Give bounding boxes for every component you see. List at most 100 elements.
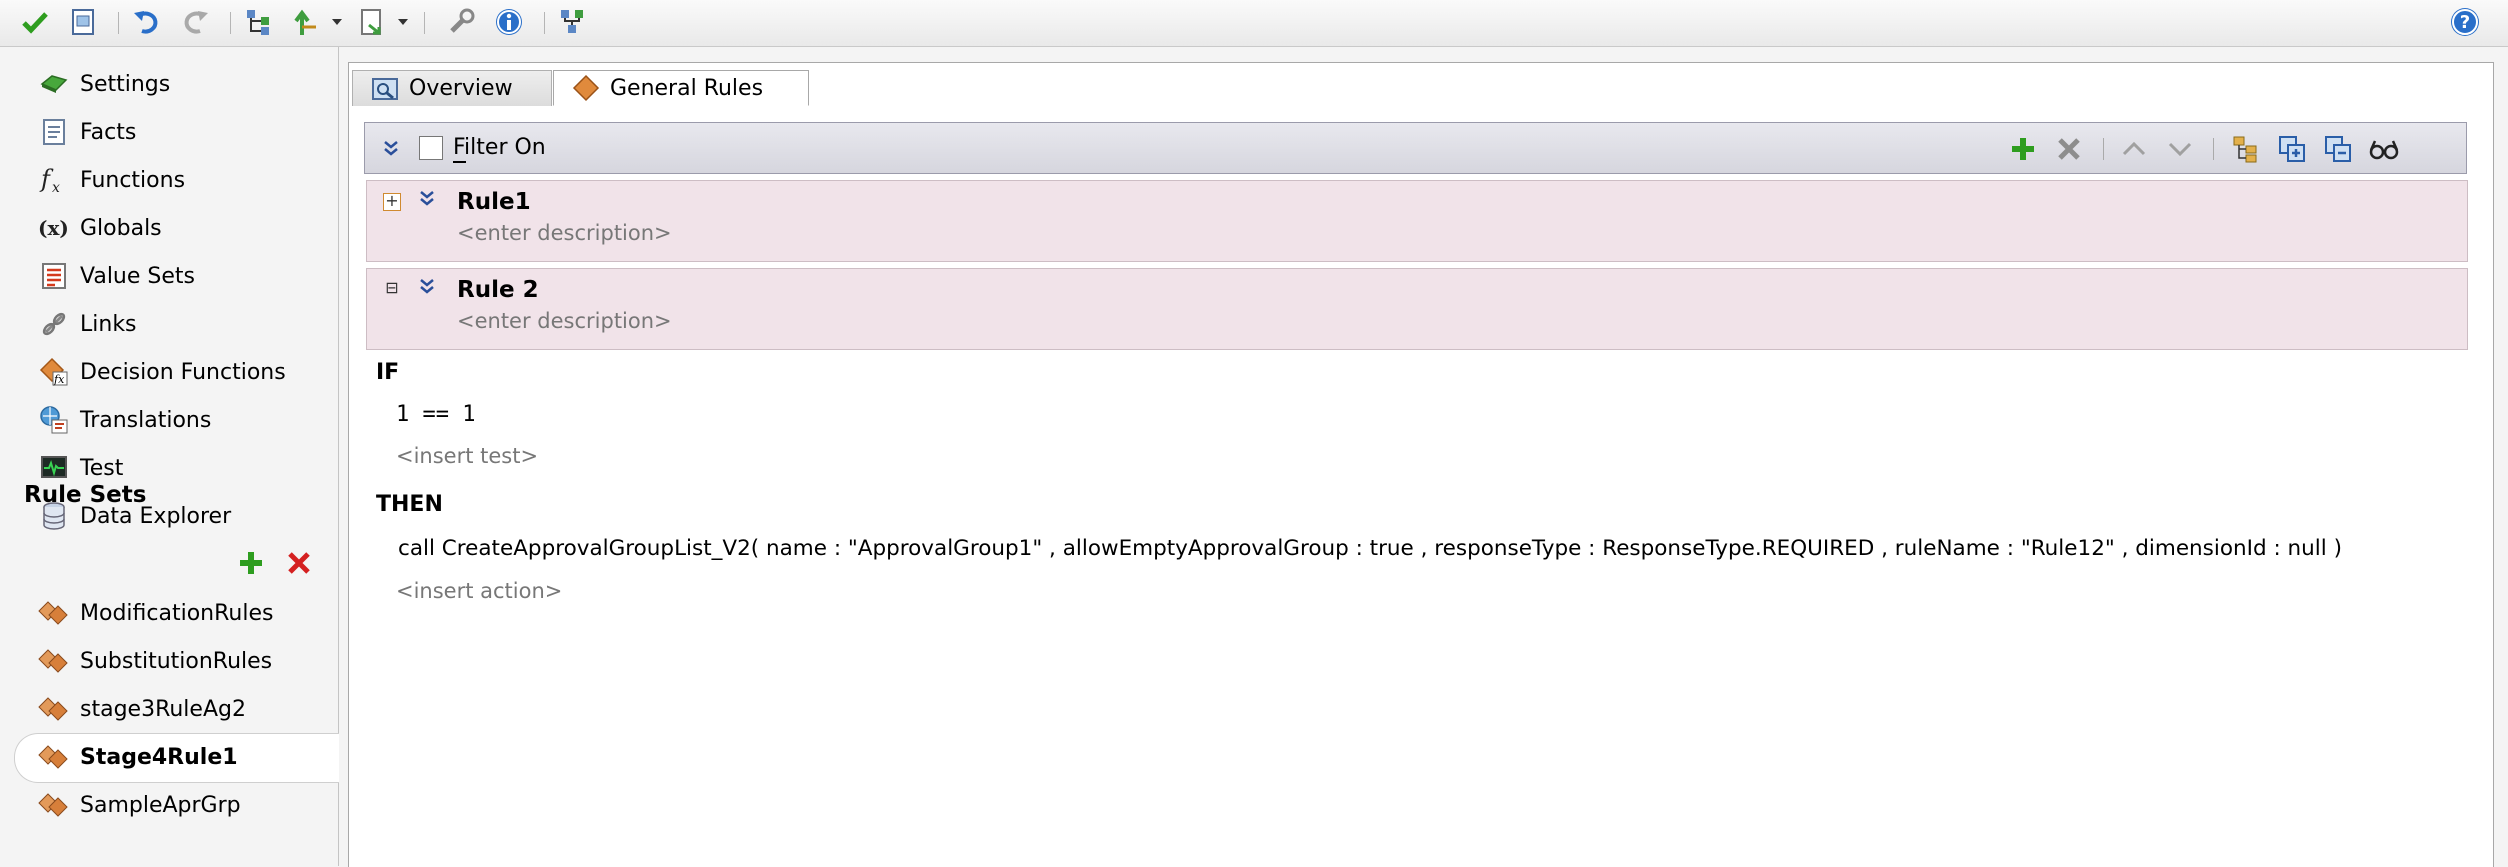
sidebar-item-label: Links	[80, 311, 137, 337]
sidebar-item-decision-functions[interactable]: fx Decision Functions	[38, 350, 338, 394]
rule-set-item[interactable]: stage3RuleAg2	[38, 687, 338, 731]
sidebar-item-facts[interactable]: Facts	[38, 110, 338, 154]
plus-icon	[240, 552, 262, 574]
redo-button[interactable]	[178, 5, 212, 39]
expand-all-icon	[2279, 136, 2305, 162]
sidebar-item-label: Functions	[80, 167, 186, 193]
sidebar-item-label: Facts	[80, 119, 137, 145]
export-dropdown-icon[interactable]	[398, 19, 408, 25]
redo-icon	[184, 11, 208, 34]
rule-set-diamonds-icon	[38, 597, 70, 629]
insert-action-link[interactable]: <insert action>	[396, 579, 562, 603]
filter-on-checkbox[interactable]	[419, 136, 443, 160]
collapse-rule-toggle[interactable]: ⊟	[383, 280, 401, 299]
test-expression[interactable]: 1 == 1	[396, 402, 475, 427]
chevron-down-icon	[2168, 142, 2192, 157]
advanced-mode-button[interactable]	[290, 5, 324, 39]
rule-description[interactable]: <enter description>	[457, 221, 672, 245]
rule-name[interactable]: Rule1	[457, 189, 531, 215]
rule-row[interactable]: + Rule1 <enter description>	[366, 180, 2468, 262]
insert-test-link[interactable]: <insert test>	[396, 444, 538, 468]
value-sets-icon	[38, 260, 70, 292]
sidebar-item-label: Globals	[80, 215, 162, 241]
test-monitor-icon	[38, 452, 70, 484]
mnemonic-underline	[453, 161, 466, 163]
delete-x-icon	[288, 552, 310, 574]
add-rule-button[interactable]	[2006, 132, 2040, 166]
advanced-mode-dropdown-icon[interactable]	[332, 19, 342, 25]
undo-icon	[134, 11, 158, 34]
tab-overview[interactable]: Overview	[352, 70, 552, 106]
sidebar-item-globals[interactable]: (x) Globals	[38, 206, 338, 250]
svg-text:?: ?	[2460, 12, 2470, 33]
rule-set-diamonds-icon	[38, 645, 70, 677]
settings-icon	[38, 68, 70, 100]
preview-button[interactable]	[66, 5, 100, 39]
undo-button[interactable]	[130, 5, 164, 39]
rule-flow-button[interactable]	[556, 5, 590, 39]
sidebar-item-label: Value Sets	[80, 263, 195, 289]
overview-icon	[371, 75, 399, 103]
collapse-all-button[interactable]	[2321, 132, 2355, 166]
rule-set-diamonds-icon	[38, 741, 70, 773]
toolbar-separator	[2213, 138, 2214, 160]
show-tree-button[interactable]	[2229, 132, 2263, 166]
export-button[interactable]	[356, 5, 390, 39]
delete-rule-button[interactable]	[2052, 132, 2086, 166]
glasses-icon	[2369, 140, 2399, 160]
rule-options-chevron-icon[interactable]	[419, 277, 435, 295]
chevron-up-icon	[2122, 141, 2146, 156]
sidebar-item-label: Test	[80, 455, 124, 481]
filter-bar: Filter On	[364, 122, 2467, 174]
rule-set-item[interactable]: SampleAprGrp	[38, 783, 338, 827]
then-label: THEN	[376, 492, 443, 517]
move-up-button[interactable]	[2117, 132, 2151, 166]
sidebar-item-value-sets[interactable]: Value Sets	[38, 254, 338, 298]
tab-general-rules[interactable]: General Rules	[553, 70, 809, 106]
sidebar-item-label: Decision Functions	[80, 359, 286, 385]
info-button[interactable]	[492, 5, 526, 39]
rule-set-item[interactable]: ModificationRules	[38, 591, 338, 635]
filter-on-label: Filter On	[453, 135, 546, 160]
add-rule-set-button[interactable]	[234, 546, 268, 580]
rule-set-label: Stage4Rule1	[80, 744, 238, 770]
sidebar-item-label: Translations	[80, 407, 212, 433]
expand-rule-toggle[interactable]: +	[383, 193, 401, 211]
move-down-button[interactable]	[2163, 132, 2197, 166]
rule-tree-button[interactable]	[242, 5, 276, 39]
functions-icon: fx	[38, 164, 70, 196]
info-icon	[496, 9, 522, 35]
globals-icon: (x)	[38, 212, 70, 244]
rule-set-label: stage3RuleAg2	[80, 696, 246, 722]
decision-functions-icon: fx	[38, 356, 70, 388]
delete-rule-set-button[interactable]	[282, 546, 316, 580]
facts-icon	[38, 116, 70, 148]
view-options-button[interactable]	[2367, 132, 2401, 166]
links-icon	[38, 308, 70, 340]
plus-icon	[2012, 138, 2034, 160]
validate-button[interactable]	[18, 5, 52, 39]
checkmark-icon	[22, 12, 48, 34]
svg-text:x: x	[52, 180, 60, 195]
rule-set-diamonds-icon	[38, 693, 70, 725]
rule-row[interactable]: ⊟ Rule 2 <enter description>	[366, 268, 2468, 350]
toolbar-separator	[118, 12, 121, 34]
action-expression[interactable]: call CreateApprovalGroupList_V2( name : …	[398, 536, 2342, 561]
rule-set-item-selected[interactable]: Stage4Rule1	[38, 735, 338, 779]
sidebar-item-links[interactable]: Links	[38, 302, 338, 346]
rule-description[interactable]: <enter description>	[457, 309, 672, 333]
rule-options-chevron-icon[interactable]	[419, 189, 435, 207]
sidebar-item-functions[interactable]: fx Functions	[38, 158, 338, 202]
sidebar-item-settings[interactable]: Settings	[38, 62, 338, 106]
collapse-all-chevron-icon[interactable]	[383, 139, 399, 157]
help-button[interactable]: ?	[2448, 5, 2482, 39]
rule-flow-icon	[561, 10, 583, 33]
sidebar-item-translations[interactable]: Translations	[38, 398, 338, 442]
rule-set-diamonds-icon	[38, 789, 70, 821]
rule-set-label: ModificationRules	[80, 600, 274, 626]
tools-button[interactable]	[444, 5, 478, 39]
rule-set-item[interactable]: SubstitutionRules	[38, 639, 338, 683]
rule-name[interactable]: Rule 2	[457, 277, 539, 303]
expand-all-button[interactable]	[2275, 132, 2309, 166]
rule-set-label: SampleAprGrp	[80, 792, 241, 818]
